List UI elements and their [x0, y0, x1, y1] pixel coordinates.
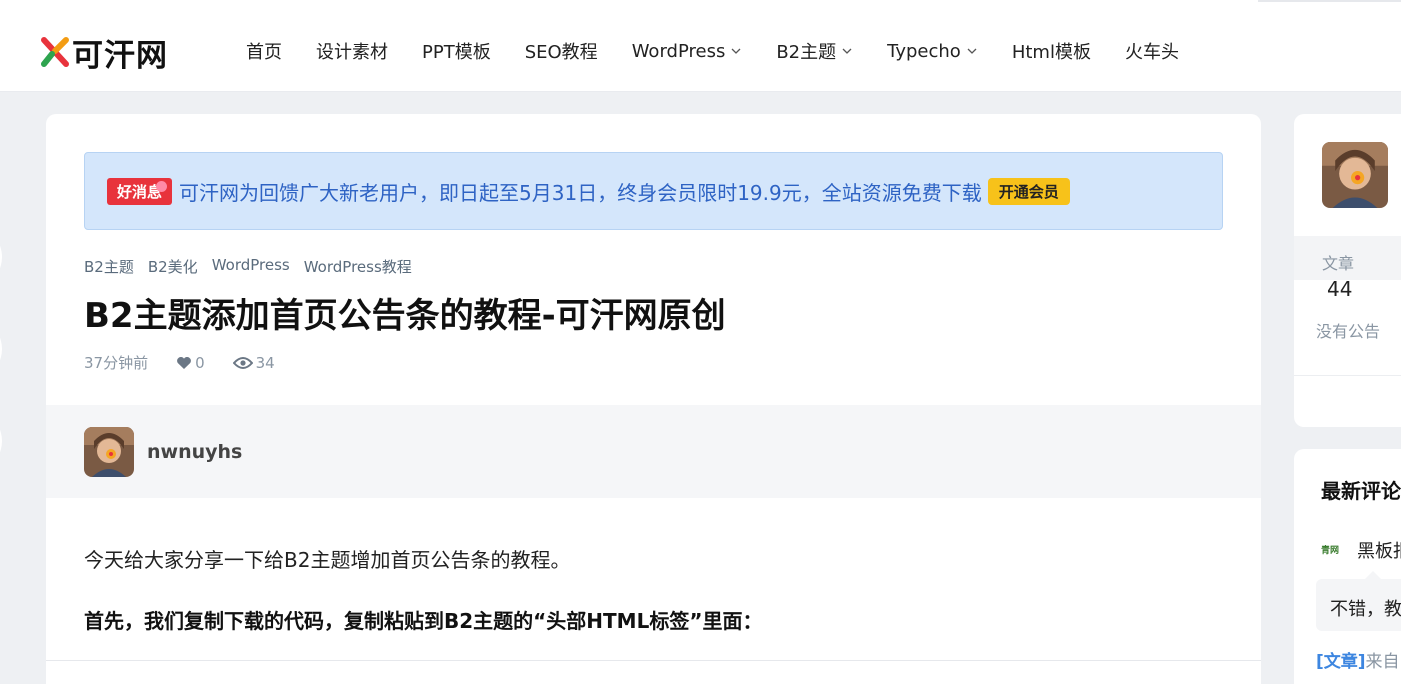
- eye-icon: [232, 356, 253, 369]
- sidebar-divider: [1294, 375, 1401, 376]
- sidebar-avatar[interactable]: [1322, 142, 1388, 208]
- avatar-image: [1322, 142, 1388, 208]
- category-link[interactable]: WordPress教程: [304, 256, 412, 277]
- nav-item-locomotive[interactable]: 火车头: [1125, 38, 1179, 64]
- announcement-bar: 好消息 可汗网为回馈广大新老用户，即日起至5月31日，终身会员限时19.9元，全…: [84, 152, 1223, 230]
- logo-text: 可汗网: [72, 37, 168, 74]
- nav-label: 设计素材: [316, 42, 388, 63]
- comment-source: [文章]来自：: [1316, 647, 1401, 672]
- author-bar: nwnuyhs: [46, 405, 1261, 498]
- content-divider: [46, 660, 1261, 661]
- comment-text[interactable]: 不错，教程: [1330, 595, 1401, 621]
- nav-label: 火车头: [1124, 42, 1179, 63]
- like-count-value: 0: [195, 353, 205, 372]
- post-title: B2主题添加首页公告条的教程-可汗网原创: [84, 296, 726, 336]
- nav-label: PPT模板: [422, 42, 491, 63]
- nav-label: WordPress: [631, 40, 726, 62]
- post-categories: B2主题 B2美化 WordPress WordPress教程: [84, 256, 426, 277]
- header-top-line: [1258, 0, 1401, 2]
- nav-item-b2[interactable]: B2主题: [776, 38, 853, 64]
- nav-item-home[interactable]: 首页: [246, 38, 282, 64]
- sidebar-author-card: 文章 44 没有公告: [1294, 114, 1401, 427]
- nav-item-design[interactable]: 设计素材: [316, 38, 388, 64]
- floating-side-button[interactable]: [0, 234, 2, 280]
- chevron-down-icon: [967, 48, 977, 54]
- announcement-text[interactable]: 可汗网为回馈广大新老用户，即日起至5月31日，终身会员限时19.9元，全站资源免…: [179, 177, 982, 206]
- author-name[interactable]: nwnuyhs: [147, 441, 242, 463]
- author-avatar[interactable]: [84, 427, 134, 477]
- commenter-name[interactable]: 黑板报: [1357, 537, 1401, 563]
- avatar-image: [84, 427, 134, 477]
- view-count-value: 34: [255, 353, 275, 372]
- nav-item-seo[interactable]: SEO教程: [525, 38, 598, 64]
- main-nav: 首页 设计素材 PPT模板 SEO教程 WordPress B2主题 Typec…: [246, 38, 1213, 64]
- comment-source-from: 来自：: [1365, 652, 1401, 672]
- site-header: 可汗网 首页 设计素材 PPT模板 SEO教程 WordPress B2主题 T…: [0, 0, 1401, 92]
- good-news-tag: 好消息: [107, 177, 173, 205]
- category-link[interactable]: B2美化: [148, 256, 198, 277]
- nav-item-html[interactable]: Html模板: [1012, 38, 1091, 64]
- nav-label: SEO教程: [524, 42, 598, 63]
- floating-side-button[interactable]: [0, 326, 2, 372]
- nav-item-wordpress[interactable]: WordPress: [632, 41, 743, 62]
- nav-label: Typecho: [887, 40, 961, 62]
- post-meta: 37分钟前 0 34: [84, 352, 303, 373]
- floating-side-button[interactable]: [0, 418, 2, 464]
- sidebar-notice-text: 没有公告: [1316, 322, 1381, 341]
- article-card: 好消息 可汗网为回馈广大新老用户，即日起至5月31日，终身会员限时19.9元，全…: [46, 114, 1261, 684]
- article-paragraph: 今天给大家分享一下给B2主题增加首页公告条的教程。: [84, 548, 571, 572]
- commenter-badge: 青网: [1321, 546, 1340, 556]
- heart-icon: [177, 356, 191, 369]
- category-link[interactable]: WordPress: [212, 256, 290, 277]
- nav-label: 首页: [246, 42, 282, 63]
- latest-comments-card: 最新评论 青网 黑板报 不错，教程 [文章]来自：: [1294, 449, 1401, 684]
- chevron-down-icon: [731, 48, 741, 54]
- site-logo[interactable]: 可汗网: [40, 32, 168, 74]
- view-count: 34: [232, 353, 275, 372]
- category-link[interactable]: B2主题: [84, 256, 134, 277]
- chevron-down-icon: [842, 48, 852, 54]
- nav-item-typecho[interactable]: Typecho: [887, 41, 978, 62]
- comment-source-tag[interactable]: [文章]: [1316, 652, 1366, 672]
- open-membership-button[interactable]: 开通会员: [987, 177, 1070, 205]
- notification-dot: [156, 180, 168, 192]
- article-paragraph-bold: 首先，我们复制下载的代码，复制粘贴到B2主题的“头部HTML标签”里面：: [84, 609, 763, 633]
- nav-label: Html模板: [1011, 42, 1091, 63]
- nav-item-ppt[interactable]: PPT模板: [422, 38, 491, 64]
- like-count[interactable]: 0: [176, 354, 205, 372]
- post-time: 37分钟前: [84, 354, 149, 372]
- article-count-value: 44: [1327, 277, 1353, 301]
- logo-x-icon: [41, 37, 69, 67]
- article-count-label: 文章: [1322, 254, 1355, 273]
- latest-comments-title: 最新评论: [1321, 479, 1401, 503]
- nav-label: B2主题: [776, 42, 837, 63]
